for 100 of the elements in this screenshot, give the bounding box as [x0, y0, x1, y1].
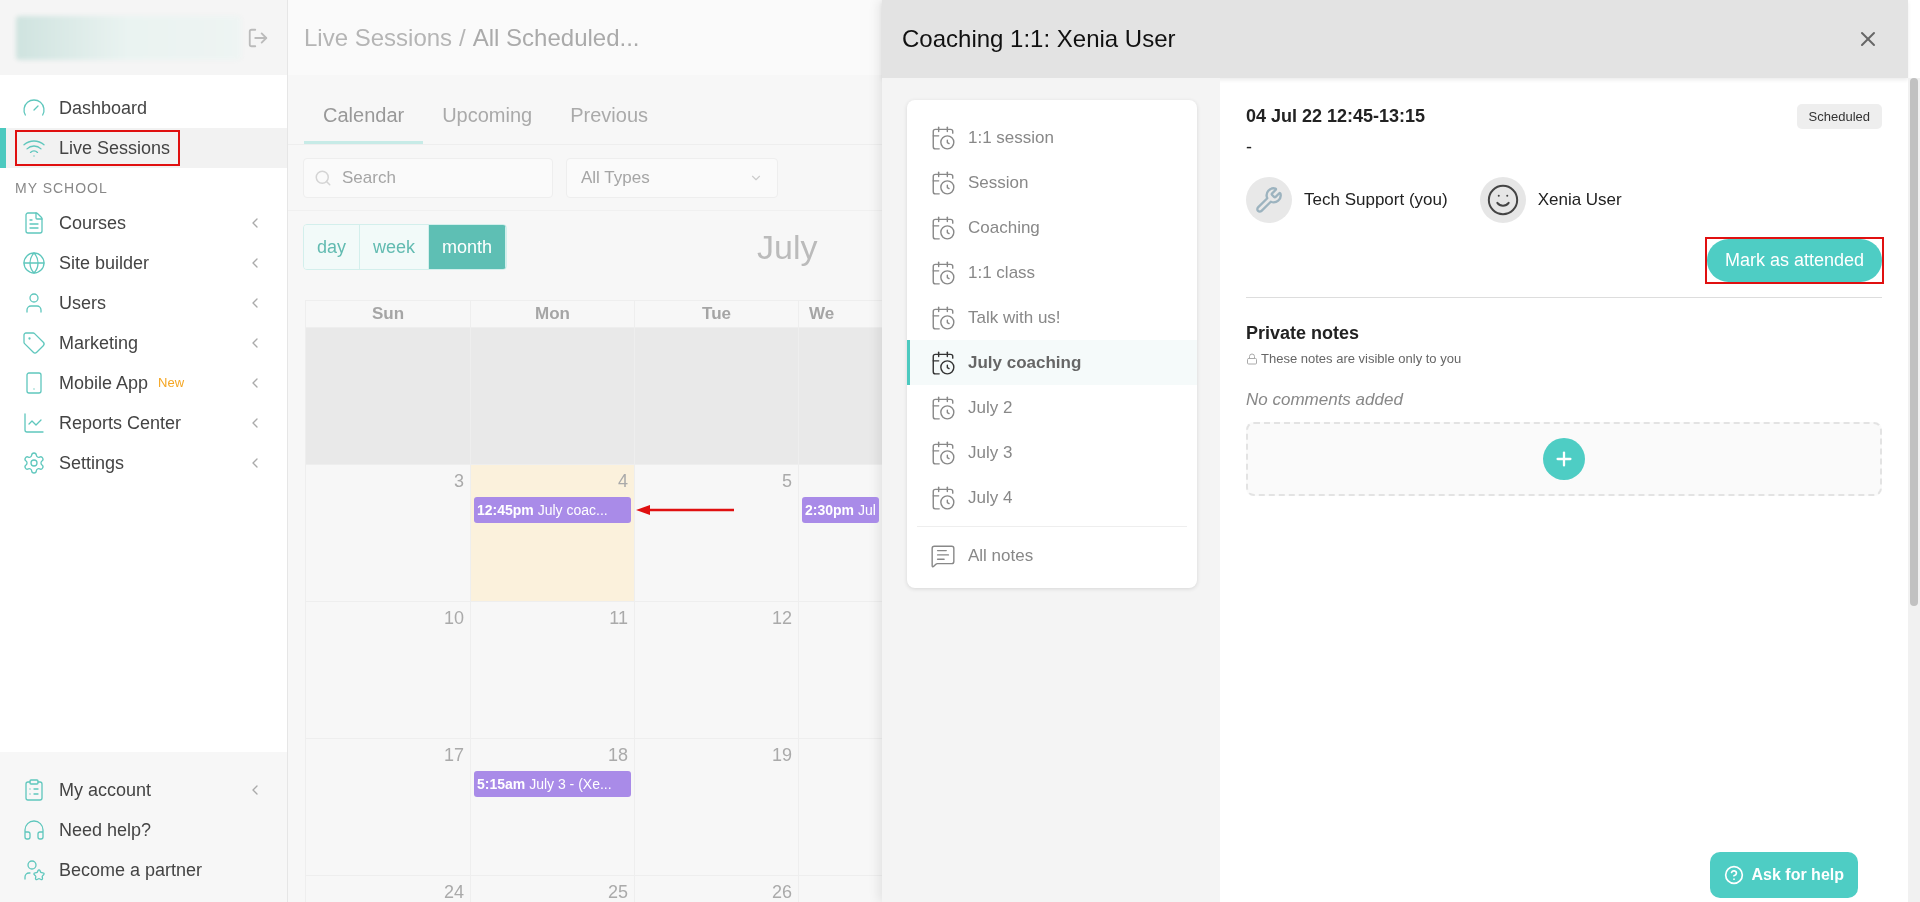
day-number: 17	[443, 743, 464, 767]
day-number: 4	[618, 469, 628, 493]
day-number: 24	[443, 880, 464, 902]
nav-item[interactable]: Mobile App New	[0, 363, 287, 403]
calendar-clock-icon	[930, 484, 956, 511]
session-datetime: 04 Jul 22 12:45-13:15	[1246, 105, 1426, 128]
session-item[interactable]: 1:1 session	[907, 115, 1197, 160]
session-item[interactable]: 1:1 class	[907, 250, 1197, 295]
day-cell[interactable]	[635, 328, 799, 465]
day-number: 18	[607, 743, 628, 767]
notes-heading: Private notes	[1246, 322, 1361, 345]
view-toggle[interactable]: month	[429, 225, 507, 269]
day-cell[interactable]: 11	[471, 602, 635, 739]
tab[interactable]: Calendar	[304, 89, 424, 144]
nav-item[interactable]: Need help?	[0, 810, 287, 850]
day-cell[interactable]: 17	[306, 739, 471, 876]
nav-label: Need help?	[59, 818, 152, 842]
all-notes-item[interactable]: All notes	[907, 533, 1197, 578]
nav-item[interactable]: My account	[0, 770, 287, 810]
calendar-clock-icon	[930, 259, 956, 286]
search-input[interactable]: Search	[342, 165, 522, 191]
search-field[interactable]: Search	[303, 158, 553, 198]
add-note-button[interactable]	[1543, 438, 1585, 480]
new-label: New	[158, 374, 185, 393]
nav-item[interactable]: Users	[0, 283, 287, 323]
session-item[interactable]: Coaching	[907, 205, 1197, 250]
view-toggle[interactable]: day	[304, 225, 361, 269]
nav-label: Settings	[59, 451, 125, 475]
nav-item[interactable]: Dashboard	[0, 88, 287, 128]
view-toggle[interactable]: week	[360, 225, 430, 269]
day-cell[interactable]	[306, 328, 471, 465]
day-number: 19	[771, 743, 792, 767]
day-number: 26	[771, 880, 792, 902]
nav-item[interactable]: Become a partner	[0, 850, 287, 890]
day-cell[interactable]: 18 5:15am July 3 - (Xe...	[471, 739, 635, 876]
breadcrumb-separator: /	[459, 22, 466, 53]
session-item[interactable]: July 4	[907, 475, 1197, 520]
nav-item[interactable]: Settings	[0, 443, 287, 483]
day-number: 25	[607, 880, 628, 902]
calendar-clock-icon	[930, 169, 956, 196]
breadcrumb-link[interactable]: Live Sessions	[304, 19, 453, 56]
nav-item[interactable]: Site builder	[0, 243, 287, 283]
day-cell[interactable]: 3	[306, 465, 471, 602]
session-item[interactable]: July 2	[907, 385, 1197, 430]
type-dropdown[interactable]: All Types	[566, 158, 778, 198]
user-star-icon	[22, 858, 46, 882]
nav-item[interactable]: Live Sessions	[0, 128, 287, 168]
nav-item[interactable]: Marketing	[0, 323, 287, 363]
day-cell[interactable]	[471, 328, 635, 465]
globe-icon	[22, 251, 46, 275]
empty-notes-text: No comments added	[1246, 388, 1405, 411]
chart-icon	[22, 411, 46, 435]
page-title: All Scheduled...	[472, 22, 640, 53]
session-item[interactable]: Session	[907, 160, 1197, 205]
lock-icon	[1246, 352, 1258, 365]
day-number: 12	[771, 606, 792, 630]
clipboard-icon	[22, 778, 46, 802]
day-number: 11	[609, 606, 628, 630]
document-icon	[22, 211, 46, 235]
mark-attended-button[interactable]: Mark as attended	[1706, 239, 1882, 282]
logout-icon[interactable]	[247, 26, 269, 49]
nav-label: Marketing	[59, 331, 139, 355]
add-note-area[interactable]	[1246, 422, 1882, 496]
event-chip[interactable]: 12:45pm July coac...	[474, 497, 631, 523]
participant-name: Tech Support (you)	[1304, 189, 1448, 212]
section-label: MY SCHOOL	[14, 179, 109, 198]
nav-label: Dashboard	[59, 96, 148, 120]
headset-icon	[22, 818, 46, 842]
day-number: 5	[782, 469, 792, 493]
tab[interactable]: Previous	[551, 89, 668, 144]
day-cell[interactable]: 5	[635, 465, 799, 602]
day-cell[interactable]: 12	[635, 602, 799, 739]
calendar-title: July	[757, 226, 818, 268]
session-item[interactable]: July coaching	[907, 340, 1197, 385]
calendar-clock-icon	[930, 124, 956, 151]
tab[interactable]: Upcoming	[423, 89, 552, 144]
nav-label: Become a partner	[59, 858, 203, 882]
settings-icon	[22, 451, 46, 475]
nav-item[interactable]: Courses	[0, 203, 287, 243]
scrollbar[interactable]	[1908, 78, 1920, 902]
nav-label: Live Sessions	[59, 136, 171, 160]
notes-hint: These notes are visible only to you	[1261, 350, 1462, 368]
participant-name: Xenia User	[1537, 189, 1622, 212]
panel-title: Coaching 1:1: Xenia User	[902, 24, 1176, 54]
session-item[interactable]: Talk with us!	[907, 295, 1197, 340]
day-cell[interactable]	[799, 328, 882, 465]
day-cell[interactable]: 19	[635, 739, 799, 876]
calendar-clock-icon	[930, 439, 956, 466]
session-item[interactable]: July 3	[907, 430, 1197, 475]
nav-label: Users	[59, 291, 106, 315]
day-cell[interactable]: 10	[306, 602, 471, 739]
event-chip[interactable]: 5:15am July 3 - (Xe...	[474, 771, 631, 797]
nav-item[interactable]: Reports Center	[0, 403, 287, 443]
event-chip[interactable]: 2:30pm Jul	[802, 497, 879, 523]
calendar-clock-icon	[930, 349, 956, 376]
tag-icon	[22, 331, 46, 355]
nav-label: Mobile App	[59, 371, 149, 395]
active-indicator	[0, 128, 6, 168]
tools-avatar	[1246, 177, 1292, 223]
help-button[interactable]: Ask for help	[1709, 852, 1858, 898]
